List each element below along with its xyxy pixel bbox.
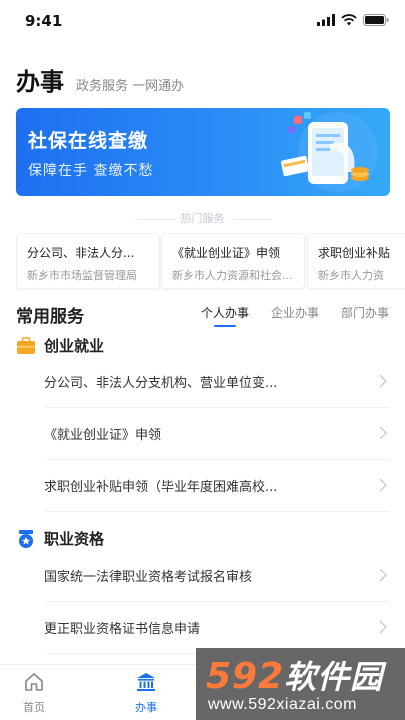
status-icons [317, 14, 389, 26]
tab-bar-services[interactable]: 办事 [116, 671, 176, 715]
page-subtitle: 政务服务 一网通办 [76, 79, 185, 94]
wifi-icon [341, 14, 357, 26]
page-title: 办事 [16, 68, 64, 96]
category-name: 职业资格 [44, 530, 105, 548]
chevron-right-icon [379, 620, 387, 634]
battery-icon [363, 14, 389, 26]
briefcase-icon [17, 336, 35, 354]
hot-card[interactable]: 《就业创业证》申领 新乡市人力资源和社会... [161, 233, 305, 289]
watermark-brand-text: 软件园 [284, 658, 384, 696]
site-watermark: 592软件园 www.592xiazai.com [196, 648, 405, 720]
service-type-tabs: 个人办事 企业办事 部门办事 [201, 304, 389, 327]
service-label: 国家统一法律职业资格考试报名审核 [44, 570, 253, 585]
service-item[interactable]: 更正职业资格证书信息申请 [44, 602, 389, 654]
hot-card[interactable]: 分公司、非法人分... 新乡市市场监督管理局 [16, 233, 160, 289]
hot-services-label: 热门服务 [0, 210, 405, 226]
common-services-title: 常用服务 [16, 307, 84, 327]
page-header: 办事 政务服务 一网通办 [16, 62, 184, 98]
tab-personal[interactable]: 个人办事 [201, 304, 249, 327]
tab-bar-home[interactable]: 首页 [4, 671, 64, 715]
cellular-signal-icon [317, 14, 335, 26]
category-name: 创业就业 [44, 337, 105, 355]
service-item[interactable]: 分公司、非法人分支机构、营业单位变... [44, 356, 389, 408]
tab-bar-label: 办事 [135, 701, 157, 714]
tab-bar-label: 首页 [23, 701, 45, 714]
hot-card-department: 新乡市人力资 [318, 269, 384, 282]
status-time: 9:41 [25, 12, 63, 30]
hot-card[interactable]: 求职创业补贴 新乡市人力资 [307, 233, 405, 289]
service-label: 《就业创业证》申领 [44, 428, 162, 443]
chevron-right-icon [379, 426, 387, 440]
chevron-right-icon [379, 568, 387, 582]
tab-department[interactable]: 部门办事 [341, 304, 389, 327]
service-label: 更正职业资格证书信息申请 [44, 622, 201, 637]
phone-payment-illustration [280, 112, 378, 192]
service-label: 分公司、非法人分支机构、营业单位变... [44, 376, 278, 391]
badge-icon [19, 529, 33, 548]
category-header: 职业资格 [16, 528, 104, 549]
category-header: 创业就业 [16, 335, 104, 356]
tab-enterprise[interactable]: 企业办事 [271, 304, 319, 327]
chevron-right-icon [379, 478, 387, 492]
hot-card-title: 分公司、非法人分... [27, 246, 135, 260]
government-building-icon [137, 673, 155, 691]
banner-title: 社保在线查缴 [28, 130, 149, 152]
home-icon [25, 673, 43, 691]
service-item[interactable]: 国家统一法律职业资格考试报名审核 [44, 550, 389, 602]
service-label: 求职创业补贴申领（毕业年度困难高校... [44, 480, 278, 495]
hot-card-department: 新乡市市场监督管理局 [27, 269, 137, 282]
hot-services-carousel[interactable]: 分公司、非法人分... 新乡市市场监督管理局 《就业创业证》申领 新乡市人力资源… [16, 233, 405, 291]
hot-card-title: 求职创业补贴 [318, 246, 391, 260]
chevron-right-icon [379, 374, 387, 388]
banner-subtitle: 保障在手 查缴不愁 [28, 163, 154, 179]
watermark-brand-number: 592 [206, 656, 285, 697]
hot-card-title: 《就业创业证》申领 [172, 246, 281, 260]
status-bar: 9:41 [0, 0, 405, 44]
social-security-banner[interactable]: 社保在线查缴 保障在手 查缴不愁 [16, 108, 390, 196]
watermark-logo: 592软件园 [206, 652, 383, 698]
service-item[interactable]: 求职创业补贴申领（毕业年度困难高校... [44, 460, 389, 512]
watermark-url: www.592xiazai.com [208, 696, 357, 713]
hot-card-department: 新乡市人力资源和社会... [172, 269, 293, 282]
service-item[interactable]: 《就业创业证》申领 [44, 408, 389, 460]
